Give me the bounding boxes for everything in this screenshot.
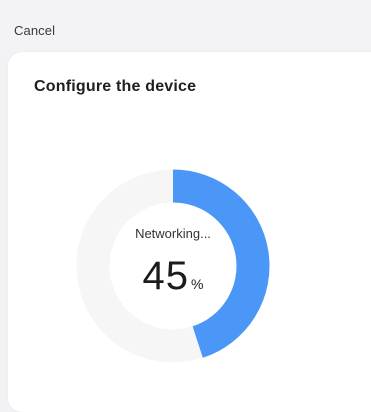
progress-value: 45 bbox=[142, 254, 190, 298]
progress-percentage: 45% bbox=[73, 254, 273, 299]
status-label: Networking... bbox=[135, 226, 211, 241]
cancel-button[interactable]: Cancel bbox=[14, 23, 55, 38]
configure-card: Configure the device Networking... 45% bbox=[8, 52, 371, 412]
top-bar: Cancel bbox=[0, 0, 371, 52]
page-title: Configure the device bbox=[34, 78, 197, 95]
progress-unit: % bbox=[191, 276, 204, 292]
progress-ring: Networking... 45% bbox=[73, 166, 273, 366]
